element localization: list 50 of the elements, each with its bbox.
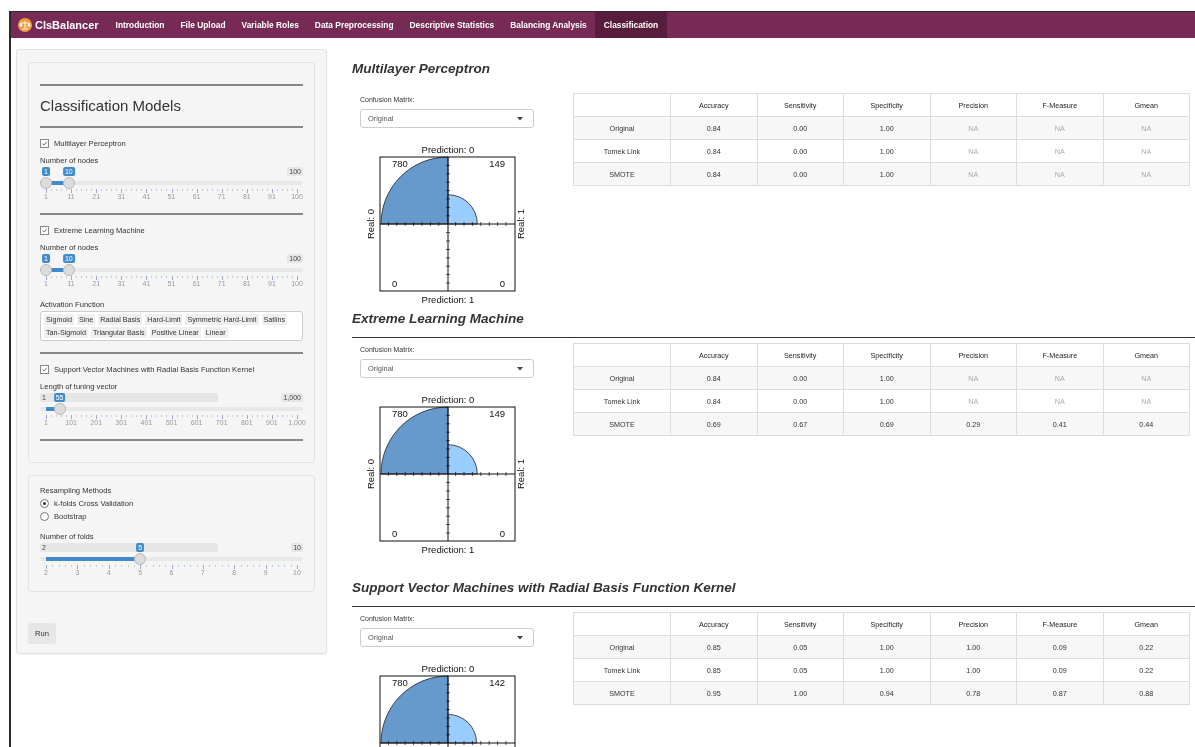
count-label: 149: [489, 408, 505, 419]
section-title: Support Vector Machines with Radial Basis Function Kernel: [352, 576, 1195, 607]
section-title: Extreme Learning Machine: [352, 307, 1195, 338]
nav-tab[interactable]: Data Preprocessing: [306, 12, 402, 38]
slider-track[interactable]: [40, 177, 303, 189]
nav-tab[interactable]: Classification: [594, 12, 668, 38]
nav-tab[interactable]: File Upload: [172, 12, 234, 38]
checkbox[interactable]: [40, 139, 49, 148]
axis-label: Real: 1: [515, 458, 526, 490]
slider-handle[interactable]: [40, 177, 52, 189]
checkbox[interactable]: [40, 365, 49, 374]
app-title: ClsBalancer: [35, 19, 99, 31]
section-title: Multilayer Perceptron: [352, 60, 492, 78]
scale-logo-icon: [18, 18, 32, 32]
slider-track[interactable]: [40, 403, 303, 415]
count-label: 0: [392, 528, 398, 539]
axis-label: Prediction: 0: [421, 143, 475, 155]
axis-label: Real: 0: [365, 458, 376, 490]
slider-handle[interactable]: [134, 553, 147, 565]
nav-tab[interactable]: Variable Roles: [233, 12, 307, 38]
nav-tab[interactable]: Balancing Analysis: [502, 12, 595, 38]
count-label: 0: [499, 278, 505, 289]
nav-tab[interactable]: Descriptive Statistics: [401, 12, 503, 38]
count-label: 0: [392, 278, 398, 289]
slider-handle[interactable]: [40, 264, 52, 276]
panel-heading: Classification Models: [40, 97, 182, 115]
axis-label: Prediction: 1: [421, 544, 475, 555]
axis-label: Prediction: 0: [421, 662, 475, 674]
slider-handle[interactable]: [62, 177, 75, 189]
slider-handle[interactable]: [62, 264, 75, 276]
count-label: 142: [489, 677, 505, 688]
count-label: 149: [489, 158, 505, 169]
count-label: 780: [392, 408, 408, 419]
axis-label: Prediction: 0: [421, 393, 475, 405]
caret-icon: [517, 635, 523, 640]
slider-handle[interactable]: [53, 403, 66, 415]
checkbox[interactable]: [40, 226, 49, 235]
caret-icon: [517, 116, 523, 121]
nav-tab[interactable]: Introduction: [107, 12, 173, 38]
slider-track[interactable]: [40, 264, 303, 276]
axis-label: Real: 1: [515, 208, 526, 240]
radio-button[interactable]: [40, 499, 49, 508]
axis-label: Real: 0: [365, 208, 376, 240]
count-label: 0: [499, 528, 505, 539]
axis-label: Prediction: 1: [421, 294, 475, 305]
count-label: 780: [392, 677, 408, 688]
count-label: 780: [392, 158, 408, 169]
slider-track[interactable]: [40, 553, 303, 565]
caret-icon: [517, 366, 523, 371]
radio-button[interactable]: [40, 512, 49, 521]
